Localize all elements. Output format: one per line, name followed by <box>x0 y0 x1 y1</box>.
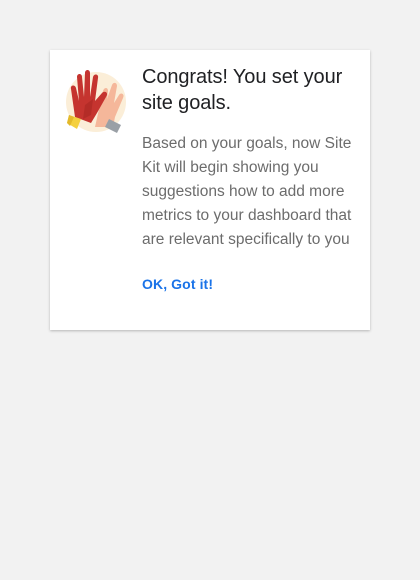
ok-got-it-button[interactable]: OK, Got it! <box>142 276 213 292</box>
dialog-content: Congrats! You set your site goals. Based… <box>142 64 358 294</box>
high-five-icon <box>65 65 127 135</box>
dialog-description: Based on your goals, now Site Kit will b… <box>142 135 352 248</box>
congrats-dialog-card: Congrats! You set your site goals. Based… <box>50 50 370 330</box>
dialog-title: Congrats! You set your site goals. <box>142 66 343 114</box>
